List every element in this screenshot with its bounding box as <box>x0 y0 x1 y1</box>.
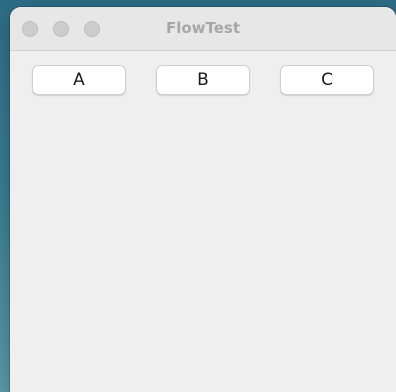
app-window: FlowTest A B C <box>10 7 396 392</box>
a-button[interactable]: A <box>32 65 126 95</box>
c-button[interactable]: C <box>280 65 374 95</box>
window-content: A B C <box>10 51 396 391</box>
window-title: FlowTest <box>165 19 241 37</box>
title-bar[interactable]: FlowTest <box>10 7 396 51</box>
b-button[interactable]: B <box>156 65 250 95</box>
desktop-background: FlowTest A B C <box>0 0 396 392</box>
